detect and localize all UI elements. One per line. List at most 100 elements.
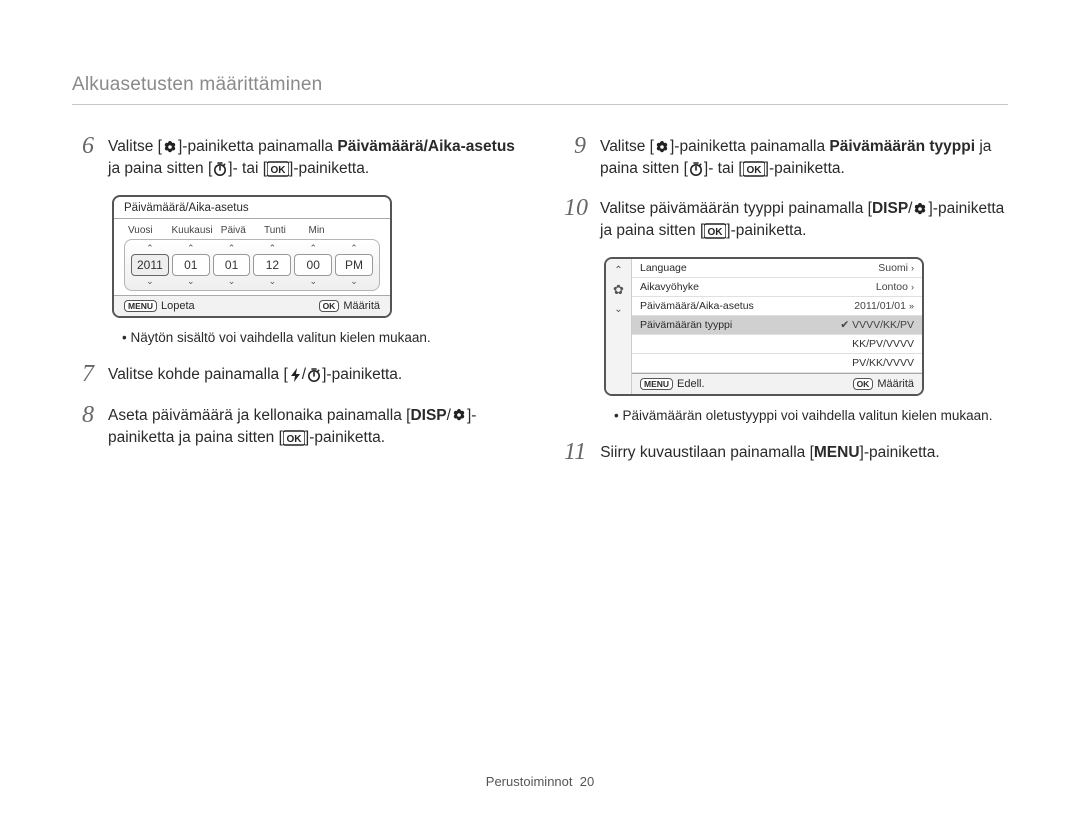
t: ]- tai [ [228,160,267,177]
chevron-down-icon: ⌄ [614,304,622,315]
note: Päivämäärän oletustyyppi voi vaihdella v… [614,408,1008,423]
step-text: Valitse päivämäärän tyyppi painamalla [D… [600,195,1008,243]
side-tabs: ⌃ ✿ ⌄ [606,259,632,394]
val: PM [335,254,373,276]
menu-label: MENU [814,444,860,461]
step-8: 8 Aseta päivämäärä ja kellonaika painama… [72,402,516,450]
val: PV/KK/VVVV [852,357,914,369]
t: Valitse [ [600,138,654,155]
spinner-hour[interactable]: ⌃12⌄ [253,244,291,286]
val: VVVV/KK/PV [852,319,914,331]
t: Määritä [877,378,914,390]
chevron-up-icon: ⌃ [131,244,169,253]
timer-icon [306,367,322,383]
ok-icon [267,161,289,177]
list-item[interactable]: AikavyöhykeLontoo› [632,278,922,297]
chevron-down-icon: ⌄ [131,277,169,286]
l: Aikavyöhyke [640,281,699,293]
page-title: Alkuasetusten määrittäminen [72,74,1008,105]
step-text: Siirry kuvaustilaan painamalla [MENU]-pa… [600,439,939,465]
flower-icon [451,407,467,423]
val: 12 [253,254,291,276]
disp-label: DISP [410,407,446,424]
step-7: 7 Valitse kohde painamalla [/]-painikett… [72,361,516,387]
lbl: Vuosi [128,225,166,236]
t: ]-painiketta. [765,160,845,177]
flower-icon [162,139,178,155]
step-number: 7 [72,361,94,387]
val: 2011 [131,254,169,276]
dt-labels: Vuosi Kuukausi Päivä Tunti Min [124,225,380,239]
chevron-up-icon: ⌃ [172,244,210,253]
step-number: 6 [72,133,94,181]
chevron-down-icon: ⌄ [294,277,332,286]
r: Suomi› [878,262,914,274]
t: Määritä [343,300,380,312]
list-sub[interactable]: KK/PV/VVVV [632,335,922,354]
ok-icon [283,430,305,446]
ftr-left: MENULopeta [124,300,195,312]
list-item[interactable]: Language Suomi› [632,259,922,278]
step-text: Valitse []-painiketta painamalla Päivämä… [600,133,1008,181]
val: 00 [294,254,332,276]
spinner-month[interactable]: ⌃01⌄ [172,244,210,286]
spinner-year[interactable]: ⌃2011⌄ [131,244,169,286]
list-sub[interactable]: PV/KK/VVVV [632,354,922,373]
footer-label: Perustoiminnot [486,774,573,789]
t: Valitse [ [108,138,162,155]
chevron-right-icon: » [909,301,914,311]
ok-pill: OK [319,300,340,312]
spinner-min[interactable]: ⌃00⌄ [294,244,332,286]
list-item[interactable]: Päivämäärä/Aika-asetus2011/01/01» [632,297,922,316]
t: Lopeta [161,300,195,312]
t: Valitse päivämäärän tyyppi painamalla [ [600,200,872,217]
flower-icon [912,201,928,217]
step-number: 10 [564,195,586,243]
lbl: Tunti [257,225,293,236]
ok-pill: OK [853,378,874,390]
flower-icon [654,139,670,155]
chevron-right-icon: › [911,263,914,273]
chevron-down-icon: ⌄ [335,277,373,286]
settings-screen: ⌃ ✿ ⌄ LanguageSuomi› AikavyöhykeLontoo› … [604,257,924,396]
val: 2011/01/01 [854,300,906,312]
spinner-day[interactable]: ⌃01⌄ [213,244,251,286]
step-6: 6 Valitse [ ]-painiketta painamalla Päivä… [72,133,516,181]
flash-icon [288,367,302,383]
chevron-up-icon: ⌃ [335,244,373,253]
step-11: 11 Siirry kuvaustilaan painamalla [MENU]… [564,439,1008,465]
step-text: Aseta päivämäärä ja kellonaika painamall… [108,402,516,450]
chevron-up-icon: ⌃ [614,265,622,276]
step-10: 10 Valitse päivämäärän tyyppi painamalla… [564,195,1008,243]
t: Siirry kuvaustilaan painamalla [ [600,444,814,461]
step-number: 9 [564,133,586,181]
lbl: Kuukausi [172,225,210,236]
t: ja paina sitten [ [108,160,212,177]
t: ]-painiketta. [289,160,369,177]
page-footer: Perustoiminnot 20 [0,774,1080,789]
step-number: 11 [564,439,586,465]
disp-label: DISP [872,200,908,217]
val: KK/PV/VVVV [852,338,914,350]
t: Valitse kohde painamalla [ [108,366,288,383]
left-column: 6 Valitse [ ]-painiketta painamalla Päivä… [72,133,516,479]
t: ]-painiketta. [726,222,806,239]
chevron-up-icon: ⌃ [253,244,291,253]
lbl: Päivä [216,225,252,236]
screen-title: Päivämäärä/Aika-asetus [114,197,390,219]
lbl: Min [299,225,335,236]
step-text: Valitse [ ]-painiketta painamalla Päivämä… [108,133,516,181]
bold: Päivämäärä/Aika-asetus [337,138,515,155]
t: Edell. [677,378,705,390]
val: 01 [172,254,210,276]
footer-page: 20 [580,774,594,789]
timer-icon [212,161,228,177]
l: Päivämäärän tyyppi [640,319,732,331]
chevron-down-icon: ⌄ [172,277,210,286]
l: Language [640,262,687,274]
t: Aseta päivämäärä ja kellonaika painamall… [108,407,410,424]
t: ]-painiketta painamalla [178,138,337,155]
list-item-selected[interactable]: Päivämäärän tyyppi✔ VVVV/KK/PV [632,316,922,335]
t: ]-painiketta. [860,444,940,461]
spinner-ampm[interactable]: ⌃PM⌄ [335,244,373,286]
